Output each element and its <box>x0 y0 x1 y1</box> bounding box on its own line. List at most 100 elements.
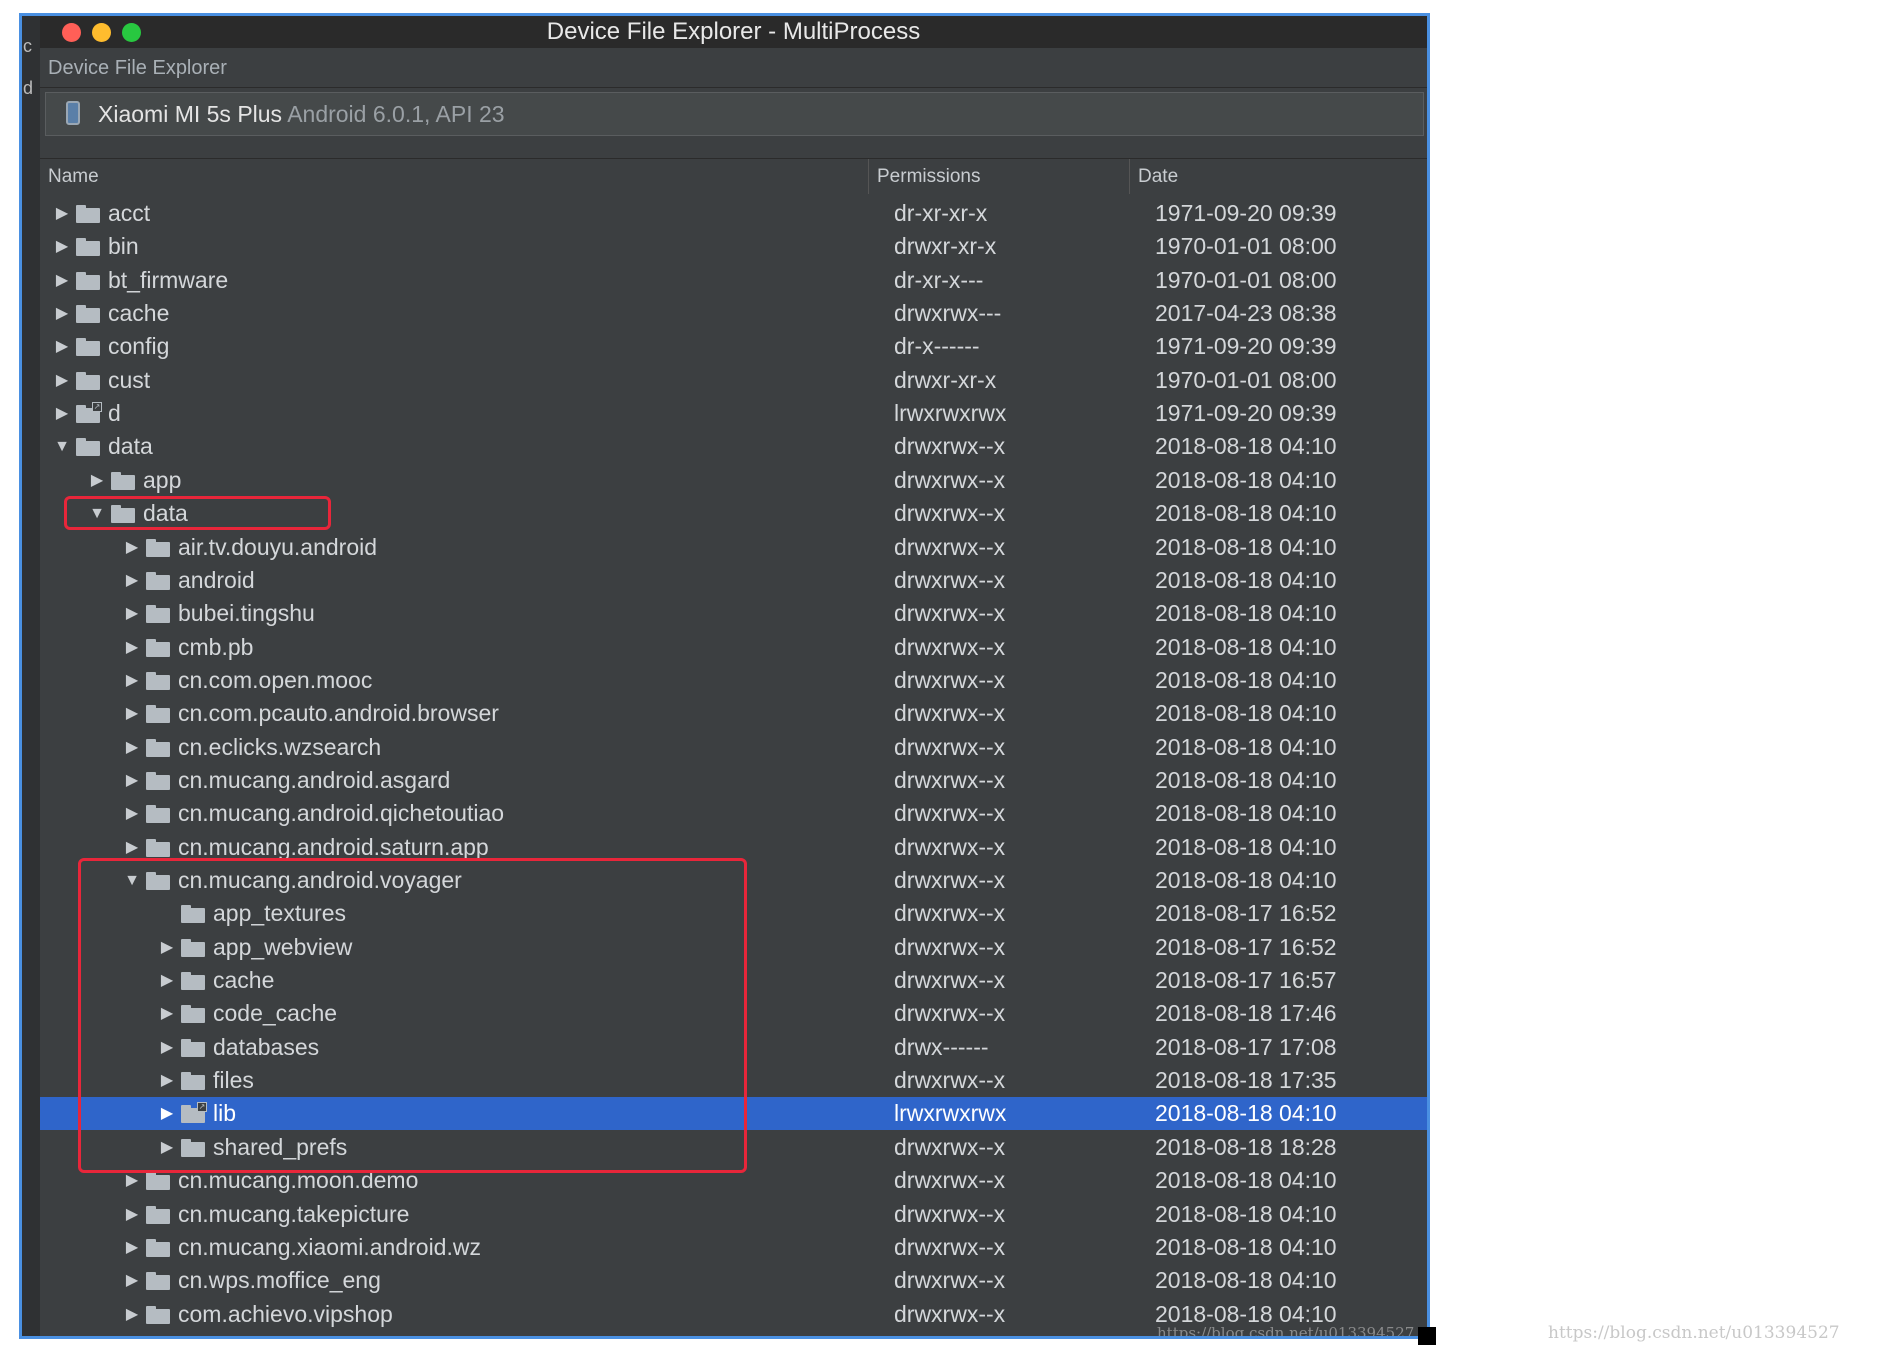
file-permissions: drwxrwx--x <box>894 700 1006 727</box>
column-header-permissions[interactable]: Permissions <box>869 159 1130 194</box>
file-permissions: drwxr-xr-x <box>894 366 997 393</box>
file-name: com.achievo.vipshop <box>178 1300 393 1327</box>
left-strip-char-2: d <box>23 78 34 98</box>
expand-right-icon[interactable]: ▶ <box>122 797 142 830</box>
file-name: d <box>108 400 121 427</box>
file-row[interactable]: ▶ bin drwxr-xr-x 1970-01-01 08:00 <box>40 230 1427 263</box>
file-date: 2018-08-18 04:10 <box>1155 566 1337 593</box>
minimize-window-button[interactable] <box>92 23 111 42</box>
expand-right-icon[interactable]: ▶ <box>122 531 142 564</box>
expand-down-icon[interactable]: ▼ <box>52 430 72 463</box>
file-row[interactable]: ▶ cn.wps.moffice_eng drwxrwx--x 2018-08-18 … <box>40 1264 1427 1297</box>
watermark: https://blog.csdn.net/u013394527 <box>1548 1323 1840 1343</box>
column-header-name[interactable]: Name <box>40 159 869 194</box>
file-row[interactable]: ▶ bubei.tingshu drwxrwx--x 2018-08-18 04:10 <box>40 597 1427 630</box>
expand-right-icon[interactable]: ▶ <box>122 731 142 764</box>
file-permissions: drwxrwx--x <box>894 833 1006 860</box>
file-row[interactable]: ▶ android drwxrwx--x 2018-08-18 04:10 <box>40 564 1427 597</box>
file-permissions: drwxrwx--x <box>894 900 1006 927</box>
file-permissions: drwxrwx--x <box>894 1267 1006 1294</box>
file-date: 2018-08-18 04:10 <box>1155 1267 1337 1294</box>
file-row[interactable]: ▶ cn.eclicks.wzsearch drwxrwx--x 2018-08-18… <box>40 731 1427 764</box>
file-row[interactable]: ▶ bt_firmware dr-xr-x--- 1970-01-01 08:00 <box>40 264 1427 297</box>
file-date: 2018-08-17 17:08 <box>1155 1033 1337 1060</box>
expand-right-icon[interactable]: ▶ <box>87 464 107 497</box>
expand-right-icon[interactable]: ▶ <box>52 364 72 397</box>
file-name: cn.eclicks.wzsearch <box>178 733 382 760</box>
file-row[interactable]: ▶ cn.mucang.xiaomi.android.wz drwxrwx--x 20… <box>40 1231 1427 1264</box>
file-name: cust <box>108 366 151 393</box>
file-date: 2018-08-17 16:57 <box>1155 967 1337 994</box>
expand-right-icon[interactable]: ▶ <box>122 597 142 630</box>
expand-right-icon[interactable]: ▶ <box>122 1198 142 1231</box>
file-permissions: lrwxrwxrwx <box>894 400 1007 427</box>
folder-icon <box>146 1238 170 1257</box>
device-selector[interactable]: Xiaomi MI 5s Plus Android 6.0.1, API 23 <box>45 92 1424 136</box>
file-row[interactable]: ▶ config dr-x------ 1971-09-20 09:39 <box>40 330 1427 363</box>
file-row[interactable]: ▶ cn.mucang.android.qichetoutiao drwxrwx--… <box>40 797 1427 830</box>
file-date: 2018-08-18 04:10 <box>1155 433 1337 460</box>
folder-icon <box>146 705 170 724</box>
file-permissions: drwxrwx--x <box>894 967 1006 994</box>
file-date: 2018-08-18 17:46 <box>1155 1000 1337 1027</box>
file-date: 2018-08-18 04:10 <box>1155 533 1337 560</box>
expand-right-icon[interactable]: ▶ <box>52 297 72 330</box>
file-row[interactable]: ▶ air.tv.douyu.android drwxrwx--x 2018-08-1… <box>40 531 1427 564</box>
file-permissions: drwxrwx--x <box>894 1233 1006 1260</box>
expand-right-icon[interactable]: ▶ <box>122 697 142 730</box>
expand-right-icon[interactable]: ▶ <box>122 664 142 697</box>
expand-right-icon[interactable]: ▶ <box>122 1298 142 1331</box>
expand-right-icon[interactable]: ▶ <box>52 330 72 363</box>
device-name: Xiaomi MI 5s Plus <box>98 101 283 127</box>
expand-right-icon[interactable]: ▶ <box>122 631 142 664</box>
close-window-button[interactable] <box>62 23 81 42</box>
folder-icon <box>146 838 170 857</box>
file-row[interactable]: ▶ cn.com.open.mooc drwxrwx--x 2018-08-18 04… <box>40 664 1427 697</box>
file-row[interactable]: ▶ acct dr-xr-xr-x 1971-09-20 09:39 <box>40 197 1427 230</box>
file-permissions: drwxrwx--x <box>894 800 1006 827</box>
watermark-overlay: https://blog.csdn.net/u013394527 <box>1157 1324 1415 1339</box>
file-date: 1971-09-20 09:39 <box>1155 200 1337 226</box>
file-row[interactable]: ▶ cmb.pb drwxrwx--x 2018-08-18 04:10 <box>40 631 1427 664</box>
file-permissions: dr-xr-x--- <box>894 266 984 293</box>
file-name: air.tv.douyu.android <box>178 533 378 560</box>
file-row[interactable]: ▶ cn.mucang.takepicture drwxrwx--x 2018-08-… <box>40 1198 1427 1231</box>
file-permissions: drwxrwx--x <box>894 766 1006 793</box>
folder-icon <box>111 471 135 490</box>
file-row[interactable]: ▶ cn.mucang.android.asgard drwxrwx--x 2018-… <box>40 764 1427 797</box>
expand-right-icon[interactable]: ▶ <box>122 1231 142 1264</box>
expand-right-icon[interactable]: ▶ <box>122 564 142 597</box>
folder-icon <box>146 771 170 790</box>
expand-right-icon[interactable]: ▶ <box>122 1264 142 1297</box>
highlight-box-voyager <box>78 858 747 1173</box>
file-row[interactable]: ▶ ↗ d lrwxrwxrwx 1971-09-20 09:39 <box>40 397 1427 430</box>
file-date: 2018-08-18 04:10 <box>1155 766 1337 793</box>
folder-icon <box>76 205 100 223</box>
file-row[interactable]: ▶ cache drwxrwx--- 2017-04-23 08:38 <box>40 297 1427 330</box>
expand-right-icon[interactable]: ▶ <box>52 197 72 230</box>
column-header-date[interactable]: Date <box>1130 159 1427 194</box>
file-name: cn.mucang.takepicture <box>178 1200 410 1227</box>
expand-right-icon[interactable]: ▶ <box>122 764 142 797</box>
expand-right-icon[interactable]: ▶ <box>52 230 72 263</box>
file-date: 2018-08-17 16:52 <box>1155 933 1337 960</box>
file-name: com.aichelu.petrometer <box>178 1331 418 1336</box>
left-strip: c d <box>22 16 40 1336</box>
expand-right-icon[interactable]: ▶ <box>122 1331 142 1336</box>
file-date: 2018-08-18 04:10 <box>1155 800 1337 827</box>
maximize-window-button[interactable] <box>122 23 141 42</box>
folder-icon <box>76 238 100 257</box>
file-row[interactable]: ▼ data drwxrwx--x 2018-08-18 04:10 <box>40 430 1427 463</box>
file-permissions: dr-xr-xr-x <box>894 200 988 226</box>
file-date: 1971-09-20 09:39 <box>1155 333 1337 360</box>
resize-handle[interactable] <box>1418 1327 1436 1345</box>
file-permissions: drwxrwx--x <box>894 500 1006 527</box>
file-row[interactable]: ▶ cn.com.pcauto.android.browser drwxrwx--x… <box>40 697 1427 730</box>
expand-right-icon[interactable]: ▶ <box>52 397 72 430</box>
expand-right-icon[interactable]: ▶ <box>52 264 72 297</box>
table-header: Name Permissions Date <box>40 158 1427 195</box>
folder-icon <box>146 1205 170 1224</box>
file-row[interactable]: ▶ app drwxrwx--x 2018-08-18 04:10 <box>40 464 1427 497</box>
file-row[interactable]: ▶ cust drwxr-xr-x 1970-01-01 08:00 <box>40 364 1427 397</box>
file-permissions: drwxrwx--x <box>894 666 1006 693</box>
